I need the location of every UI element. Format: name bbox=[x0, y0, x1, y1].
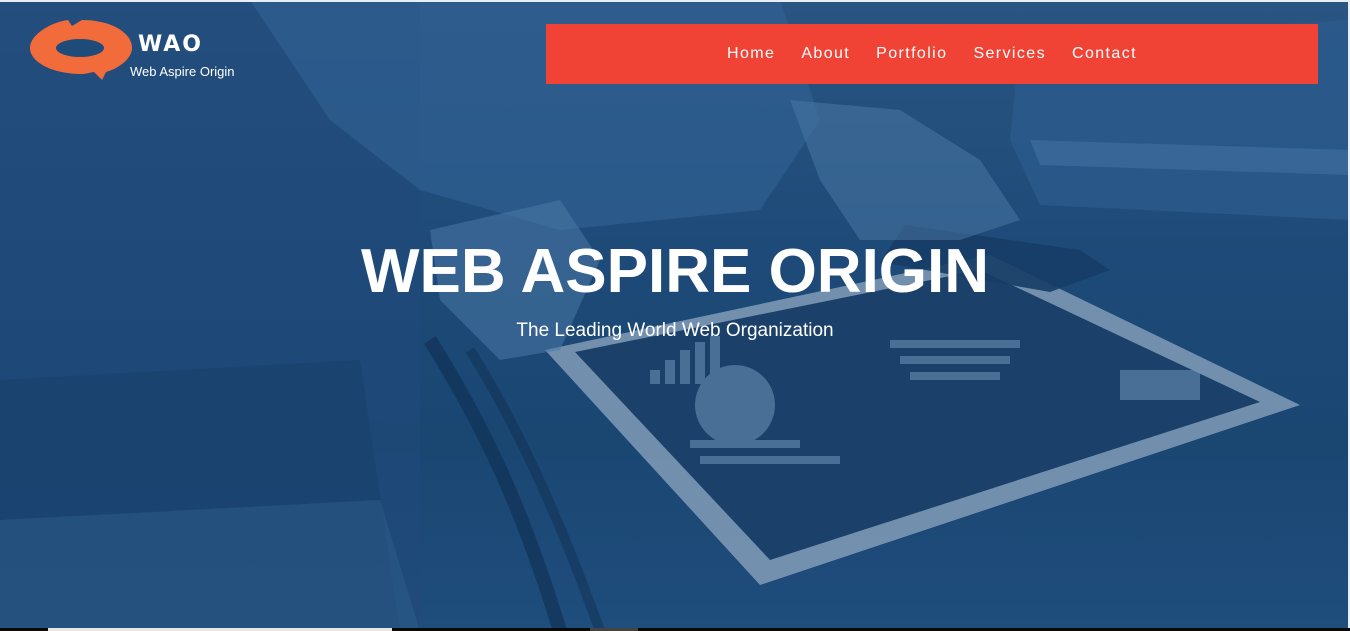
hero-section: WAO Web Aspire Origin Home About Portfol… bbox=[0, 0, 1350, 631]
nav-services[interactable]: Services bbox=[973, 45, 1046, 63]
orange-swirl-logo-icon bbox=[30, 20, 132, 80]
site-logo[interactable]: WAO Web Aspire Origin bbox=[28, 18, 258, 84]
hero-tagline: The Leading World Web Organization bbox=[516, 320, 834, 341]
nav-about[interactable]: About bbox=[801, 45, 850, 63]
hero-background-image bbox=[0, 0, 1350, 631]
hero-title: WEB ASPIRE ORIGIN bbox=[360, 237, 990, 306]
nav-portfolio[interactable]: Portfolio bbox=[876, 45, 947, 63]
main-navigation: Home About Portfolio Services Contact bbox=[546, 24, 1318, 84]
brand-short-name: WAO bbox=[138, 32, 204, 57]
brand-full-name: Web Aspire Origin bbox=[130, 64, 235, 79]
nav-contact[interactable]: Contact bbox=[1072, 45, 1137, 63]
top-border bbox=[0, 0, 1350, 2]
nav-home[interactable]: Home bbox=[727, 45, 775, 63]
